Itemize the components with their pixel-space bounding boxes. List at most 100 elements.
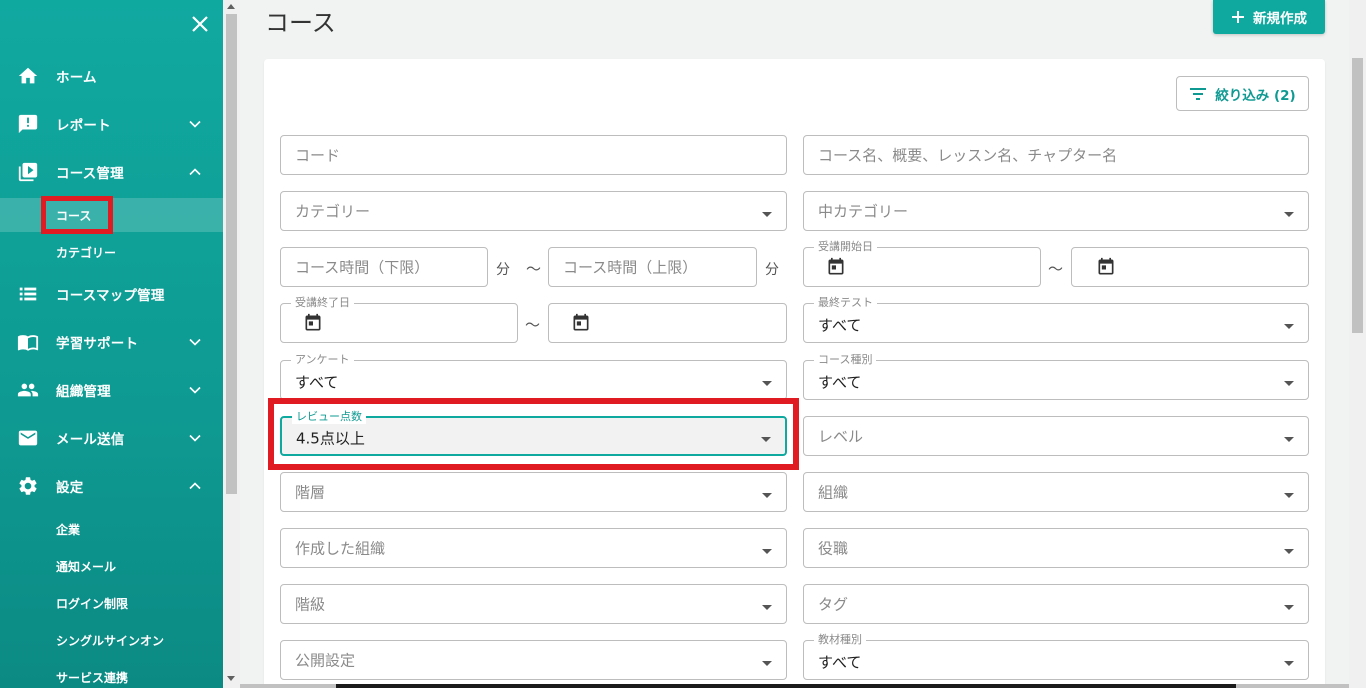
sidebar-sub-company[interactable]: 企業 [0,512,223,546]
new-course-label: 新規作成 [1253,11,1307,27]
sidebar-sub-label: サービス連携 [56,670,129,685]
dropdown-arrow-icon [1284,437,1294,442]
filter-button-label: 絞り込み (2) [1215,87,1296,104]
sidebar-sub-label: ログイン制限 [56,596,129,611]
organization-placeholder: 組織 [818,483,849,502]
dropdown-arrow-icon [762,605,772,610]
tier-placeholder: 階層 [295,483,326,502]
plus-icon [1232,11,1244,23]
final-test-label: 最終テスト [814,296,877,310]
sidebar-item-course-map[interactable]: コースマップ管理 [0,274,223,314]
sidebar-sub-sso[interactable]: シングルサインオン [0,623,223,657]
gear-icon [17,475,39,497]
start-date-from-input[interactable]: 受講開始日 [803,240,1041,287]
chevron-down-icon [189,120,201,128]
range-separator: 〜 [1048,260,1064,278]
created-org-select[interactable]: 作成した組織 [280,528,787,568]
scroll-up-arrow-icon[interactable] [227,4,235,9]
page-title: コース [265,9,336,37]
sidebar-sub-notification-mail[interactable]: 通知メール [0,549,223,583]
dropdown-arrow-icon [1284,324,1294,329]
sidebar-item-settings[interactable]: 設定 [0,466,223,506]
review-score-label: レビュー点数 [292,410,366,424]
sidebar-item-learning-support[interactable]: 学習サポート [0,322,223,362]
close-icon[interactable] [188,12,212,36]
review-score-value: 4.5点以上 [296,429,365,448]
sidebar-scrollbar[interactable] [223,0,240,688]
review-score-select[interactable]: レビュー点数 4.5点以上 [280,410,787,456]
course-time-min-placeholder: コース時間（下限） [295,258,430,277]
horizontal-scrollbar[interactable] [240,684,1349,688]
tag-select[interactable]: タグ [803,584,1309,624]
material-type-select[interactable]: 教材種別 すべて [803,633,1309,680]
sidebar-item-label: コースマップ管理 [56,288,165,304]
code-input[interactable]: コード [280,135,787,175]
survey-label: アンケート [291,353,354,367]
category-select[interactable]: カテゴリー [280,191,787,231]
level-placeholder: レベル [818,427,864,446]
course-time-min-input[interactable]: コース時間（下限） [280,247,488,287]
dropdown-arrow-icon [761,437,771,442]
minutes-unit: 分 [765,262,779,278]
sidebar-item-home[interactable]: ホーム [0,56,223,96]
sidebar-item-mail[interactable]: メール送信 [0,418,223,458]
scrollbar-thumb[interactable] [1352,58,1363,333]
filter-button[interactable]: 絞り込み (2) [1176,76,1309,111]
sidebar-item-label: ホーム [56,70,97,86]
sidebar-sub-login-restriction[interactable]: ログイン制限 [0,586,223,620]
sidebar-item-course-management[interactable]: コース管理 [0,152,223,192]
sidebar-sub-service-integration[interactable]: サービス連携 [0,660,223,688]
dropdown-arrow-icon [1284,493,1294,498]
filter-icon [1190,87,1207,100]
sidebar-sub-category[interactable]: カテゴリー [0,235,223,269]
dropdown-arrow-icon [1284,381,1294,386]
chevron-down-icon [189,434,201,442]
mid-category-select[interactable]: 中カテゴリー [803,191,1309,231]
start-date-to-input[interactable] [1071,247,1309,287]
sidebar-item-report[interactable]: レポート [0,104,223,144]
survey-select[interactable]: アンケート すべて [280,353,787,400]
organization-select[interactable]: 組織 [803,472,1309,512]
chevron-down-icon [189,386,201,394]
calendar-icon[interactable] [303,313,323,333]
sidebar-sub-label: 企業 [56,522,81,537]
calendar-icon[interactable] [571,313,591,333]
dropdown-arrow-icon [1284,549,1294,554]
start-date-label: 受講開始日 [814,240,877,254]
level-select[interactable]: レベル [803,416,1309,456]
mail-icon [17,427,39,449]
course-time-max-placeholder: コース時間（上限） [563,258,698,277]
new-course-button[interactable]: 新規作成 [1213,0,1325,34]
sidebar-sub-label: シングルサインオン [56,633,165,648]
video-library-icon [17,161,39,183]
grade-select[interactable]: 階級 [280,584,787,624]
code-placeholder: コード [295,146,341,165]
sidebar-item-label: 学習サポート [56,336,139,352]
course-time-max-input[interactable]: コース時間（上限） [548,247,757,287]
keyword-input[interactable]: コース名、概要、レッスン名、チャプター名 [803,135,1309,175]
range-separator: 〜 [526,260,542,278]
course-type-select[interactable]: コース種別 すべて [803,353,1309,400]
keyword-placeholder: コース名、概要、レッスン名、チャプター名 [818,146,1118,165]
dropdown-arrow-icon [762,212,772,217]
tier-select[interactable]: 階層 [280,472,787,512]
tag-placeholder: タグ [818,595,849,614]
position-select[interactable]: 役職 [803,528,1309,568]
main-scrollbar[interactable] [1349,0,1366,688]
sidebar-item-organization[interactable]: 組織管理 [0,370,223,410]
scrollbar-thumb[interactable] [226,14,237,494]
survey-value: すべて [295,373,339,392]
chevron-down-icon [189,338,201,346]
chevron-up-icon [189,168,201,176]
sidebar-item-label: 設定 [56,480,84,496]
publish-setting-select[interactable]: 公開設定 [280,640,787,680]
scrollbar-thumb[interactable] [336,684,1236,688]
sidebar-item-label: メール送信 [56,432,125,448]
scroll-down-arrow-icon[interactable] [227,676,235,681]
end-date-to-input[interactable] [548,303,787,343]
calendar-icon[interactable] [1096,257,1116,277]
material-type-label: 教材種別 [814,633,866,647]
calendar-icon[interactable] [826,257,846,277]
end-date-from-input[interactable]: 受講終了日 [280,296,518,343]
final-test-select[interactable]: 最終テスト すべて [803,296,1309,343]
